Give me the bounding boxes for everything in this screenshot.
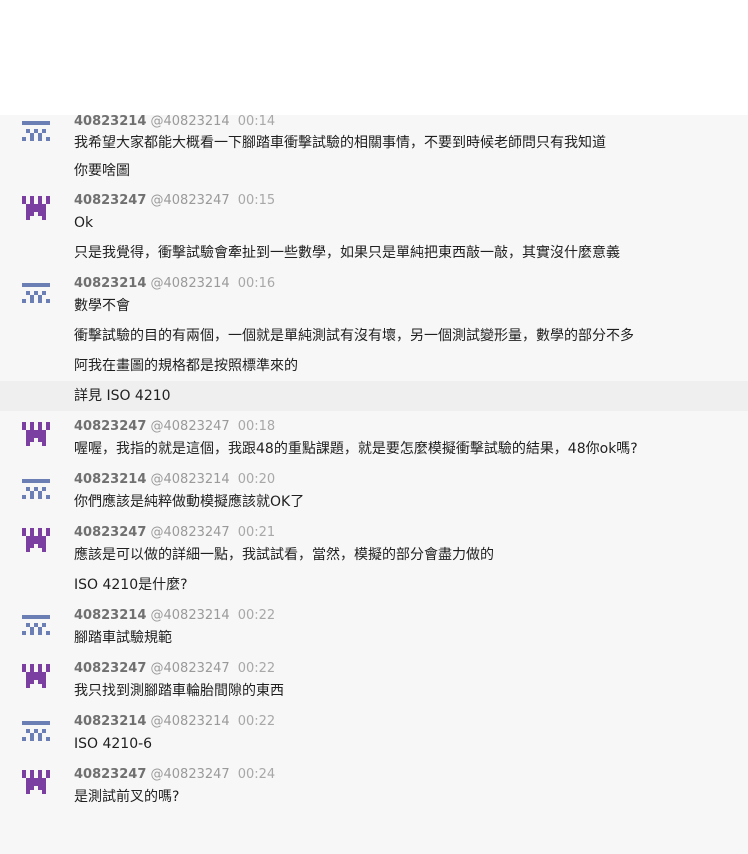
top-blank-area xyxy=(0,0,748,120)
avatar[interactable] xyxy=(22,770,50,798)
message-text: 腳踏車試驗規範 xyxy=(74,630,172,646)
avatar[interactable] xyxy=(22,664,50,692)
message-group: 40823214 @40823214 00:16 數學不會衝擊試驗的目的有兩個，一個… xyxy=(0,277,748,411)
sender-handle: @40823247 xyxy=(146,767,230,782)
sender-name[interactable]: 40823214 xyxy=(74,276,146,291)
avatar[interactable] xyxy=(22,117,50,145)
message-group: 40823247 @40823247 00:22 我只找到測腳踏車輪胎間隙的東西 xyxy=(0,662,748,706)
message-text: 是測試前叉的嗎? xyxy=(74,789,180,805)
message-group: 40823214 @40823214 00:22 ISO 4210-6 xyxy=(0,715,748,759)
message-group: 40823214 @40823214 00:14 我希望大家都能大概看一下腳踏車衝擊… xyxy=(0,115,748,185)
sender-handle: @40823214 xyxy=(146,608,230,623)
message-timestamp[interactable]: 00:20 xyxy=(238,472,275,487)
message-text: 只是我覺得，衝擊試驗會牽扯到一些數學，如果只是單純把東西敲一敲，其實沒什麼意義 xyxy=(74,245,620,261)
avatar[interactable] xyxy=(22,528,50,556)
sender-name[interactable]: 40823247 xyxy=(74,525,146,540)
sender-name[interactable]: 40823247 xyxy=(74,661,146,676)
identicon-icon xyxy=(22,664,50,688)
sender-handle: @40823247 xyxy=(146,525,230,540)
sender-name[interactable]: 40823247 xyxy=(74,193,146,208)
avatar[interactable] xyxy=(22,196,50,224)
message-text: 衝擊試驗的目的有兩個，一個就是單純測試有沒有壞，另一個測試變形量，數學的部分不多 xyxy=(74,328,634,344)
message-group: 40823247 @40823247 00:18 喔喔，我指的就是這個，我跟48的重… xyxy=(0,420,748,464)
message-text: 你要啥圖 xyxy=(74,163,130,179)
message-header: 40823214 @40823214 00:22 xyxy=(0,715,748,729)
identicon-icon xyxy=(22,615,50,635)
sender-name[interactable]: 40823247 xyxy=(74,767,146,782)
message-group: 40823214 @40823214 00:20 你們應該是純粹做動模擬應該就OK了 xyxy=(0,473,748,517)
avatar[interactable] xyxy=(22,422,50,450)
sender-handle: @40823214 xyxy=(146,472,230,487)
message-text: 我只找到測腳踏車輪胎間隙的東西 xyxy=(74,683,284,699)
message-text: Ok xyxy=(74,215,94,231)
message-text: ISO 4210是什麼? xyxy=(74,577,188,593)
message-header: 40823247 @40823247 00:21 xyxy=(0,526,748,540)
identicon-icon xyxy=(22,770,50,794)
message-text: 你們應該是純粹做動模擬應該就OK了 xyxy=(74,494,305,510)
avatar[interactable] xyxy=(22,279,50,307)
message-timestamp[interactable]: 00:14 xyxy=(238,115,275,129)
message-text: 阿我在畫圖的規格都是按照標準來的 xyxy=(74,358,298,374)
message-header: 40823247 @40823247 00:18 xyxy=(0,420,748,434)
sender-handle: @40823214 xyxy=(146,276,230,291)
sender-handle: @40823247 xyxy=(146,419,230,434)
chat-message-list[interactable]: 40823214 @40823214 00:14 我希望大家都能大概看一下腳踏車衝擊… xyxy=(0,115,748,854)
identicon-icon xyxy=(22,196,50,220)
sender-handle: @40823247 xyxy=(146,661,230,676)
message-timestamp[interactable]: 00:22 xyxy=(238,661,275,676)
sender-name[interactable]: 40823247 xyxy=(74,419,146,434)
avatar[interactable] xyxy=(22,475,50,503)
avatar[interactable] xyxy=(22,717,50,745)
message-group: 40823214 @40823214 00:22 腳踏車試驗規範 xyxy=(0,609,748,653)
message-timestamp[interactable]: 00:15 xyxy=(238,193,275,208)
identicon-icon xyxy=(22,121,50,141)
message-header: 40823247 @40823247 00:15 xyxy=(0,194,748,208)
message-timestamp[interactable]: 00:18 xyxy=(238,419,275,434)
sender-handle: @40823214 xyxy=(146,714,230,729)
identicon-icon xyxy=(22,479,50,499)
message-group: 40823247 @40823247 00:24 是測試前叉的嗎? xyxy=(0,768,748,812)
avatar[interactable] xyxy=(22,611,50,639)
identicon-icon xyxy=(22,721,50,741)
message-group: 40823247 @40823247 00:15 Ok 只是我覺得，衝擊試驗會牽扯到一… xyxy=(0,194,748,268)
message-text: 數學不會 xyxy=(74,298,130,314)
message-header: 40823247 @40823247 00:22 xyxy=(0,662,748,676)
message-header: 40823214 @40823214 00:14 xyxy=(0,115,748,129)
message-text: 應該是可以做的詳細一點，我試試看，當然，模擬的部分會盡力做的 xyxy=(74,547,494,563)
message-timestamp[interactable]: 00:22 xyxy=(238,608,275,623)
message-text: ISO 4210-6 xyxy=(74,736,153,752)
sender-name[interactable]: 40823214 xyxy=(74,714,146,729)
message-text: 喔喔，我指的就是這個，我跟48的重點課題，就是要怎麼模擬衝擊試驗的結果，48你o… xyxy=(74,441,638,457)
identicon-icon xyxy=(22,528,50,552)
sender-name[interactable]: 40823214 xyxy=(74,472,146,487)
message-header: 40823214 @40823214 00:16 xyxy=(0,277,748,291)
message-text: 我希望大家都能大概看一下腳踏車衝擊試驗的相關事情，不要到時候老師問只有我知道 xyxy=(74,135,606,151)
sender-handle: @40823214 xyxy=(146,115,230,129)
message-header: 40823214 @40823214 00:22 xyxy=(0,609,748,623)
message-timestamp[interactable]: 00:16 xyxy=(238,276,275,291)
sender-name[interactable]: 40823214 xyxy=(74,608,146,623)
message-timestamp[interactable]: 00:24 xyxy=(238,767,275,782)
identicon-icon xyxy=(22,283,50,303)
message-group: 40823247 @40823247 00:21 應該是可以做的詳細一點，我試試看，… xyxy=(0,526,748,600)
message-header: 40823247 @40823247 00:24 xyxy=(0,768,748,782)
sender-handle: @40823247 xyxy=(146,193,230,208)
identicon-icon xyxy=(22,422,50,446)
message-header: 40823214 @40823214 00:20 xyxy=(0,473,748,487)
message-timestamp[interactable]: 00:21 xyxy=(238,525,275,540)
message-text: 詳見 ISO 4210 xyxy=(0,381,748,411)
message-timestamp[interactable]: 00:22 xyxy=(238,714,275,729)
sender-name[interactable]: 40823214 xyxy=(74,115,146,129)
